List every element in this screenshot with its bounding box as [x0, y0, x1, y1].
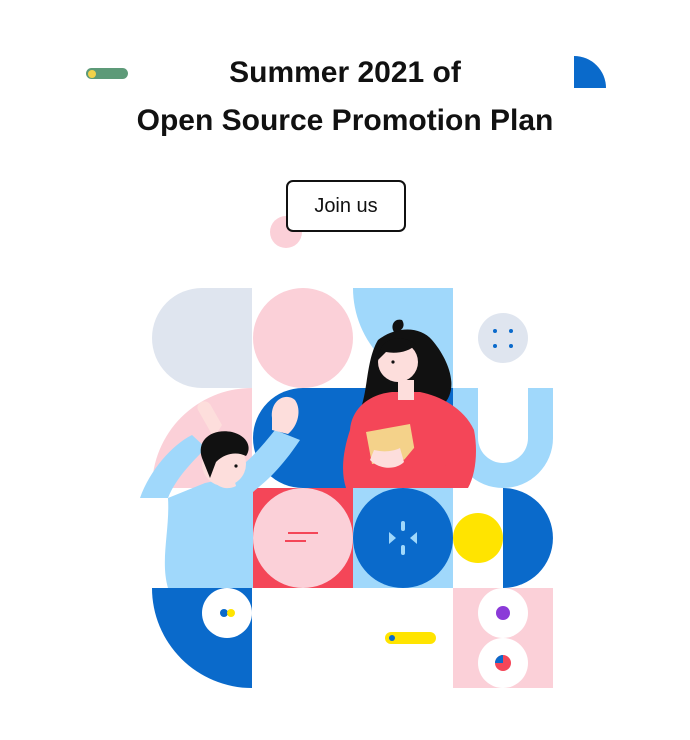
- blue-half-circle-tile: [503, 488, 553, 588]
- sparkle-icon: [353, 488, 453, 588]
- yellow-circle: [453, 513, 503, 563]
- dots-grid-icon: [478, 313, 528, 363]
- pink-circle-on-red-tile: [253, 488, 353, 588]
- pink-circle-tile: [253, 288, 353, 388]
- hero-illustration: [140, 288, 553, 688]
- grey-half-pill-tile: [152, 288, 252, 388]
